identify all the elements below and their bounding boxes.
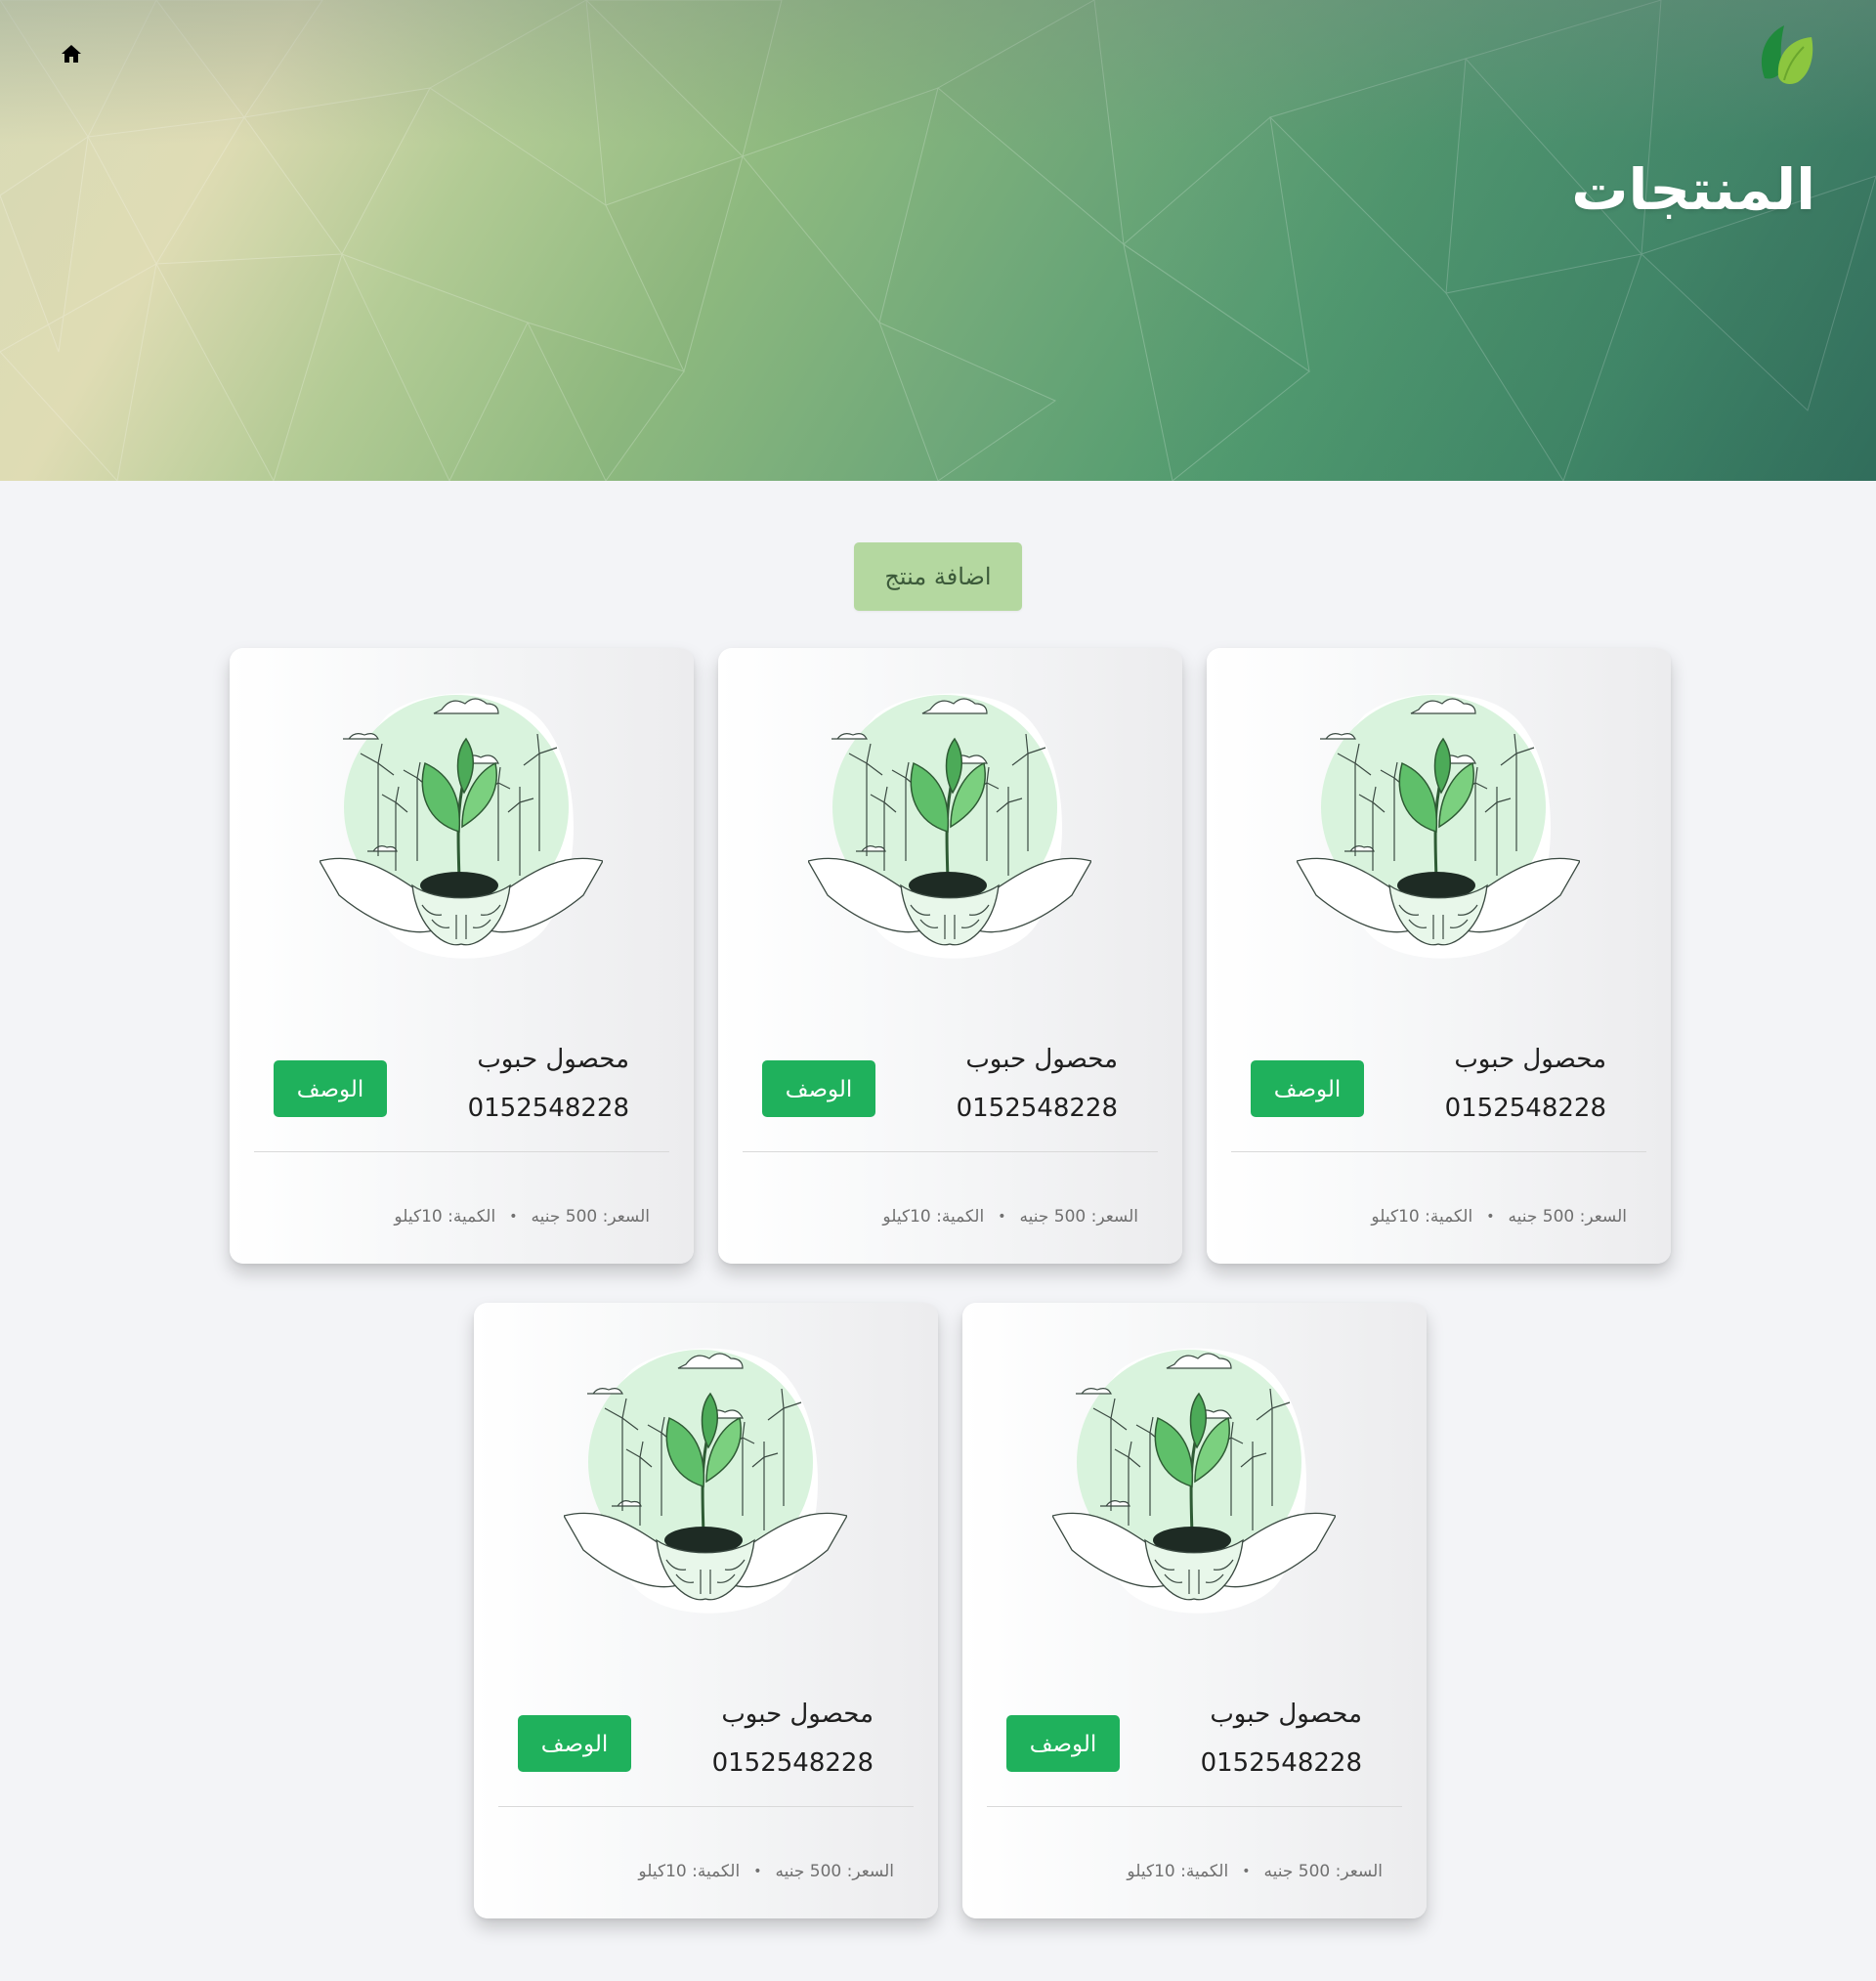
product-quantity: الكمية: 10كيلو — [394, 1207, 496, 1227]
product-price: السعر: 500 جنيه — [1508, 1207, 1627, 1227]
product-price: السعر: 500 جنيه — [775, 1862, 894, 1881]
plant-in-hands-illustration — [319, 685, 604, 969]
hero-tint — [0, 0, 1876, 481]
hero-banner: المنتجات — [0, 0, 1876, 481]
product-quantity: الكمية: 10كيلو — [1371, 1207, 1473, 1227]
product-card: محصول حبوب 0152548228 الوصف السعر: 500 جنيه… — [962, 1303, 1427, 1918]
meta-separator-dot: • — [509, 1209, 518, 1225]
home-icon[interactable] — [57, 39, 86, 68]
product-card: محصول حبوب 0152548228 الوصف السعر: 500 جنيه… — [474, 1303, 938, 1918]
product-card: محصول حبوب 0152548228 الوصف السعر: 500 جنيه… — [230, 648, 694, 1264]
meta-separator-dot: • — [753, 1864, 762, 1879]
page-title: المنتجات — [1571, 156, 1815, 223]
plant-in-hands-illustration — [1051, 1340, 1337, 1623]
product-phone: 0152548228 — [711, 1748, 874, 1778]
card-divider — [987, 1806, 1402, 1807]
product-phone: 0152548228 — [1200, 1748, 1362, 1778]
card-divider — [743, 1151, 1158, 1152]
meta-separator-dot: • — [1242, 1864, 1251, 1879]
product-quantity: الكمية: 10كيلو — [638, 1862, 741, 1881]
product-meta: السعر: 500 جنيه • الكمية: 10كيلو — [1371, 1207, 1627, 1227]
plant-in-hands-illustration — [1296, 685, 1581, 969]
product-quantity: الكمية: 10كيلو — [882, 1207, 985, 1227]
product-card: محصول حبوب 0152548228 الوصف السعر: 500 جنيه… — [718, 648, 1182, 1264]
description-button[interactable]: الوصف — [518, 1715, 631, 1772]
product-phone: 0152548228 — [1444, 1094, 1606, 1123]
product-meta: السعر: 500 جنيه • الكمية: 10كيلو — [882, 1207, 1138, 1227]
description-button[interactable]: الوصف — [1006, 1715, 1120, 1772]
plant-in-hands-illustration — [807, 685, 1092, 969]
description-button[interactable]: الوصف — [274, 1060, 387, 1117]
card-divider — [1231, 1151, 1646, 1152]
meta-separator-dot: • — [1486, 1209, 1495, 1225]
product-card: محصول حبوب 0152548228 الوصف السعر: 500 جنيه… — [1207, 648, 1671, 1264]
product-meta: السعر: 500 جنيه • الكمية: 10كيلو — [394, 1207, 650, 1227]
card-divider — [498, 1806, 914, 1807]
meta-separator-dot: • — [998, 1209, 1006, 1225]
card-divider — [254, 1151, 669, 1152]
product-name: محصول حبوب — [1210, 1700, 1362, 1729]
product-price: السعر: 500 جنيه — [1019, 1207, 1138, 1227]
product-name: محصول حبوب — [477, 1045, 629, 1074]
description-button[interactable]: الوصف — [1251, 1060, 1364, 1117]
leaf-logo-icon[interactable] — [1755, 22, 1817, 88]
product-phone: 0152548228 — [956, 1094, 1118, 1123]
product-name: محصول حبوب — [965, 1045, 1118, 1074]
product-name: محصول حبوب — [1454, 1045, 1606, 1074]
home-icon-glyph — [62, 45, 81, 63]
product-meta: السعر: 500 جنيه • الكمية: 10كيلو — [1127, 1862, 1383, 1881]
product-meta: السعر: 500 جنيه • الكمية: 10كيلو — [638, 1862, 894, 1881]
product-price: السعر: 500 جنيه — [1263, 1862, 1383, 1881]
description-button[interactable]: الوصف — [762, 1060, 875, 1117]
add-product-button[interactable]: اضافة منتج — [854, 542, 1022, 611]
product-phone: 0152548228 — [467, 1094, 629, 1123]
plant-in-hands-illustration — [563, 1340, 848, 1623]
product-name: محصول حبوب — [721, 1700, 874, 1729]
product-price: السعر: 500 جنيه — [531, 1207, 650, 1227]
product-quantity: الكمية: 10كيلو — [1127, 1862, 1229, 1881]
